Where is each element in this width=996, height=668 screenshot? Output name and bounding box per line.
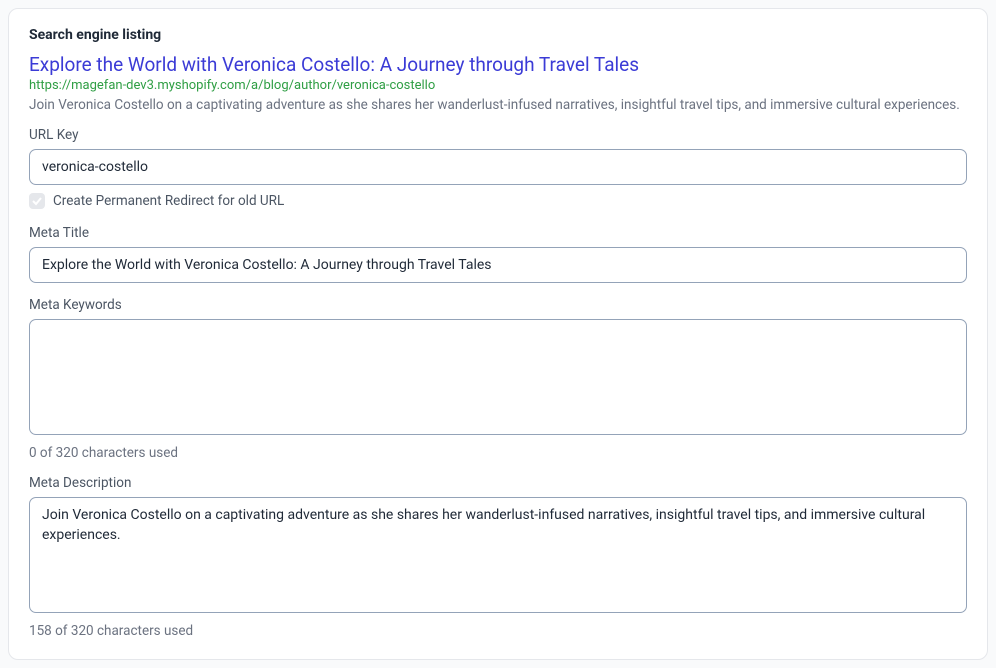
meta-keywords-helper: 0 of 320 characters used (29, 445, 967, 461)
check-icon (32, 196, 42, 206)
serp-preview-url: https://magefan-dev3.myshopify.com/a/blo… (29, 78, 967, 93)
meta-description-textarea[interactable] (29, 497, 967, 613)
meta-keywords-label: Meta Keywords (29, 297, 967, 313)
seo-card: Search engine listing Explore the World … (8, 8, 988, 660)
redirect-checkbox-row[interactable]: Create Permanent Redirect for old URL (29, 193, 967, 209)
serp-preview-title: Explore the World with Veronica Costello… (29, 53, 967, 76)
card-title: Search engine listing (29, 27, 967, 43)
meta-title-input[interactable] (29, 247, 967, 283)
url-key-input[interactable] (29, 149, 967, 185)
meta-keywords-textarea[interactable] (29, 319, 967, 435)
meta-description-helper: 158 of 320 characters used (29, 623, 967, 639)
meta-title-group: Meta Title (29, 225, 967, 283)
meta-description-group: Meta Description 158 of 320 characters u… (29, 475, 967, 639)
serp-preview-description: Join Veronica Costello on a captivating … (29, 97, 967, 113)
redirect-checkbox[interactable] (29, 193, 45, 209)
url-key-group: URL Key Create Permanent Redirect for ol… (29, 127, 967, 209)
redirect-checkbox-label: Create Permanent Redirect for old URL (53, 193, 284, 209)
url-key-label: URL Key (29, 127, 967, 143)
meta-description-label: Meta Description (29, 475, 967, 491)
meta-keywords-group: Meta Keywords 0 of 320 characters used (29, 297, 967, 461)
meta-title-label: Meta Title (29, 225, 967, 241)
